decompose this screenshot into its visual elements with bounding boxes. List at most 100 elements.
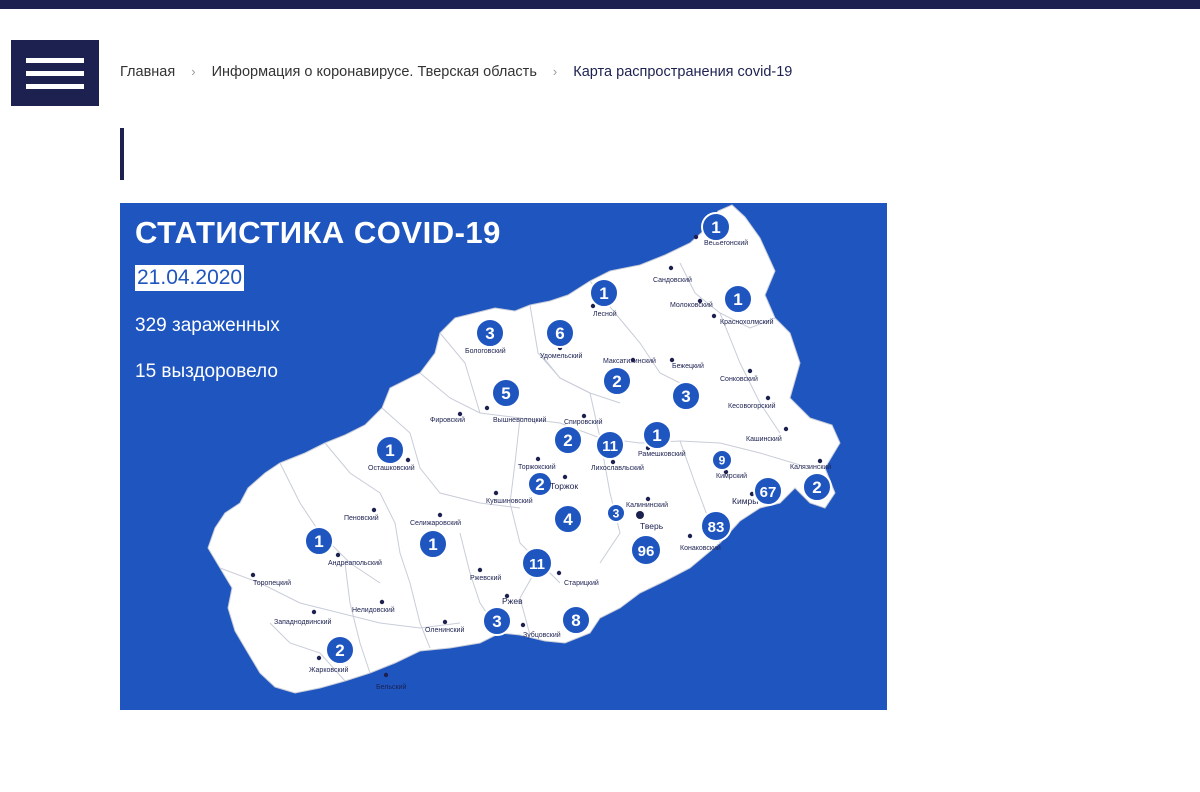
district-label: Спировский	[564, 418, 603, 426]
district-label: Кимры	[732, 496, 758, 506]
district-label: Кимрский	[716, 472, 747, 480]
district-label: Торжокский	[518, 463, 556, 471]
case-count-value: 2	[335, 641, 344, 660]
district-label: Рамешковский	[638, 450, 686, 458]
district-dot	[437, 512, 443, 518]
district-label: Торопецкий	[253, 579, 291, 587]
breadcrumb: Главная › Информация о коронавирусе. Тве…	[120, 64, 792, 80]
district-dot	[316, 655, 322, 661]
district-label: Калязинский	[790, 463, 831, 471]
district-dot	[493, 490, 499, 496]
district-label: Бежецкий	[672, 362, 704, 370]
district-label: Вышневолоцкий	[493, 416, 546, 424]
district-dot	[383, 672, 389, 678]
page-title-accent	[120, 128, 124, 180]
district-dot	[711, 313, 717, 319]
district-label: Краснохолмский	[720, 318, 774, 326]
recovered-count: 15 выздоровело	[135, 361, 278, 382]
district-label: Тверь	[640, 521, 664, 531]
top-bar	[0, 0, 1200, 9]
case-count-value: 3	[492, 612, 501, 631]
district-dot	[405, 457, 411, 463]
district-label: Бельский	[376, 683, 406, 691]
breadcrumb-home-link[interactable]: Главная	[120, 64, 175, 80]
district-label: Торжок	[550, 481, 578, 491]
district-label: Фировский	[430, 416, 465, 424]
district-dot	[535, 456, 541, 462]
case-count-value: 67	[760, 484, 777, 501]
district-label: Зубцовский	[523, 631, 561, 639]
hamburger-menu-icon[interactable]	[11, 40, 99, 106]
chevron-right-icon: ›	[552, 64, 558, 79]
case-count-value: 1	[652, 426, 661, 445]
district-label: Конаковский	[680, 544, 721, 552]
case-count-value: 11	[529, 556, 545, 573]
chevron-right-icon: ›	[191, 64, 196, 79]
district-label: Калининский	[626, 501, 668, 509]
district-dot	[668, 265, 674, 271]
infographic-date: 21.04.2020	[135, 265, 245, 291]
district-label: Западнодвинский	[274, 618, 332, 626]
district-dot	[562, 474, 568, 480]
covid-infographic: Весьегонский 1 Сандовский Молоковский Красно…	[120, 203, 887, 710]
district-dot	[371, 507, 377, 513]
district-label: Ржев	[502, 596, 523, 606]
district-label: Максатихинский	[603, 357, 656, 365]
district-dot	[379, 599, 385, 605]
district-label: Лесной	[593, 310, 617, 318]
case-count-value: 3	[681, 387, 690, 406]
case-count-value: 11	[602, 438, 618, 455]
district-dot	[520, 622, 526, 628]
district-dot	[311, 609, 317, 615]
breadcrumb-current: Карта распространения covid-19	[573, 64, 793, 80]
district-label: Удомельский	[540, 352, 583, 360]
menu-line	[26, 71, 84, 76]
district-dot	[610, 459, 616, 465]
case-count-value: 5	[501, 384, 510, 403]
district-dot	[783, 426, 789, 432]
district-dot	[581, 413, 587, 419]
district-label: Андреапольский	[328, 559, 382, 567]
case-count-value: 1	[599, 284, 608, 303]
district-label: Ржевский	[470, 574, 501, 582]
menu-line	[26, 84, 84, 89]
district-label: Пеновский	[344, 514, 379, 522]
district-dot	[442, 619, 448, 625]
case-count-value: 83	[708, 519, 725, 536]
district-label: Жарковский	[309, 666, 348, 674]
case-count-value: 1	[385, 441, 394, 460]
breadcrumb-section-link[interactable]: Информация о коронавирусе. Тверская обла…	[212, 64, 537, 80]
district-label: Селижаровский	[410, 519, 461, 527]
district-label: Оленинский	[425, 626, 464, 634]
district-dot	[693, 234, 699, 240]
district-label: Старицкий	[564, 579, 599, 587]
case-count-value: 3	[613, 507, 620, 521]
district-dot	[556, 570, 562, 576]
district-dot	[636, 511, 644, 519]
case-count-value: 3	[485, 324, 494, 343]
district-label: Бологовский	[465, 347, 506, 355]
district-dot	[250, 572, 256, 578]
infected-count: 329 зараженных	[135, 315, 280, 336]
district-dot	[645, 496, 651, 502]
district-dot	[747, 368, 753, 374]
district-label: Кашинский	[746, 435, 782, 443]
case-count-value: 96	[638, 543, 655, 560]
district-dot	[457, 411, 463, 417]
case-count-value: 1	[711, 218, 720, 237]
menu-line	[26, 58, 84, 63]
district-label: Лихославльский	[591, 464, 644, 472]
district-label: Молоковский	[670, 301, 713, 309]
case-count-value: 1	[733, 290, 742, 309]
case-count-value: 9	[719, 454, 726, 468]
case-count-value: 2	[535, 475, 544, 494]
district-dot	[477, 567, 483, 573]
district-label: Сонковский	[720, 375, 758, 383]
district-dot	[817, 458, 823, 464]
case-count-value: 4	[563, 510, 573, 529]
district-dot	[669, 357, 675, 363]
case-count-value: 1	[428, 535, 437, 554]
infographic-title: СТАТИСТИКА COVID-19	[135, 215, 501, 250]
district-dot	[335, 552, 341, 558]
district-dot	[687, 533, 693, 539]
